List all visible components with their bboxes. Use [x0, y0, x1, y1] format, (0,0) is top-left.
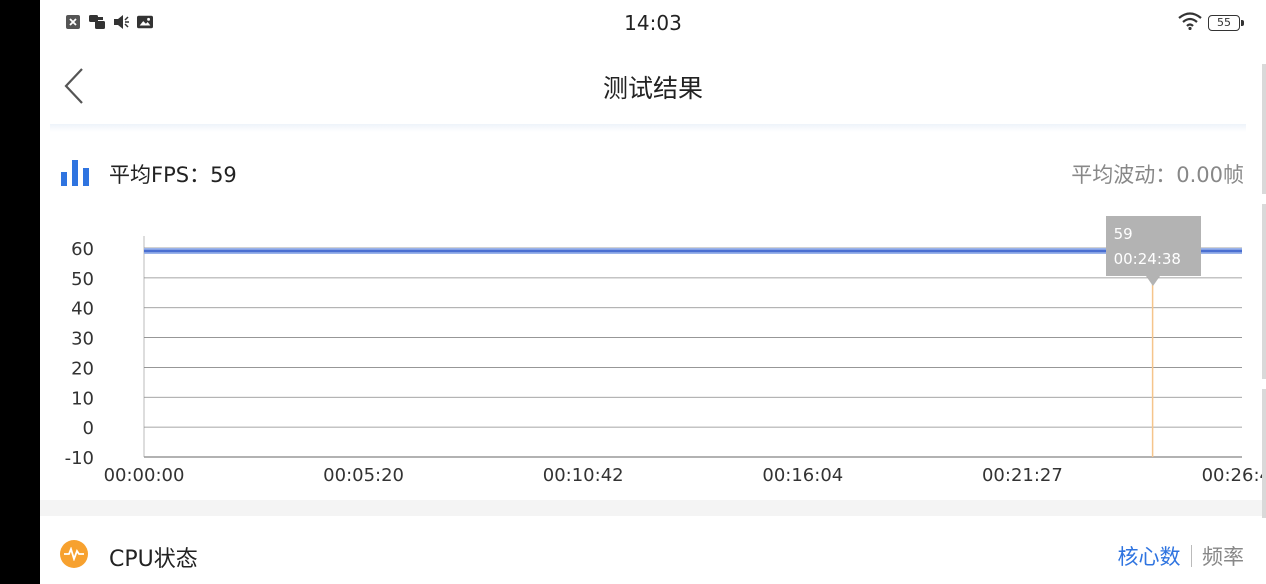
scrollbar-segment: [1262, 64, 1266, 194]
y-tick-label: 30: [71, 329, 94, 350]
cpu-status-label: CPU状态: [109, 547, 198, 572]
tooltip-time: 00:24:38: [1113, 250, 1181, 268]
y-tick-label: -10: [65, 448, 94, 469]
scrollbar[interactable]: [1262, 64, 1266, 518]
x-tick-label: 00:00:00: [104, 465, 185, 486]
bar-chart-icon: [61, 160, 89, 186]
y-tick-label: 50: [71, 269, 94, 290]
scrollbar-segment: [1262, 389, 1266, 518]
x-tick-label: 00:21:27: [982, 465, 1063, 486]
section-divider: [40, 500, 1266, 516]
average-fps-label: 平均FPS：59: [109, 163, 237, 187]
page-title: 测试结果: [602, 74, 703, 103]
average-fluctuation-label: 平均波动：0.00帧: [1071, 163, 1244, 187]
chart-tooltip: 59 00:24:38: [1105, 216, 1201, 286]
status-icons-right: 55: [1178, 12, 1244, 34]
tab-frequency[interactable]: 频率: [1202, 541, 1244, 571]
scrollbar-segment: [1262, 204, 1266, 379]
y-tick-label: 10: [71, 388, 94, 409]
x-tick-label: 00:05:20: [323, 465, 404, 486]
fps-header: 平均FPS：59 平均波动：0.00帧: [40, 150, 1266, 196]
pulse-icon: [60, 540, 88, 568]
x-tick-label: 00:26:49: [1202, 465, 1266, 486]
tab-core-count[interactable]: 核心数: [1118, 541, 1181, 571]
status-time: 14:03: [624, 11, 682, 35]
fps-chart-svg: 60 50 40 30 20 10 0 -10 00:00:00 00:05:20 00:10:42…: [65, 236, 1266, 486]
tooltip-value: 59: [1113, 225, 1133, 243]
cpu-tabs: 核心数 频率: [1118, 541, 1244, 571]
y-tick-label: 60: [71, 239, 94, 260]
wifi-icon: [1178, 12, 1202, 34]
x-tick-label: 00:10:42: [543, 465, 624, 486]
app-screen: 14:03 55 测试结果 平均FPS：59 平均波动：0.00帧 60 50 …: [40, 0, 1266, 584]
x-tick-label: 00:16:04: [762, 465, 843, 486]
y-tick-label: 0: [83, 418, 94, 439]
cpu-header: CPU状态 核心数 频率: [40, 528, 1266, 578]
y-tick-label: 20: [71, 358, 94, 379]
battery-icon: 55: [1208, 15, 1244, 31]
y-tick-label: 40: [71, 299, 94, 320]
tab-separator: [1190, 545, 1192, 567]
title-divider: [50, 124, 1246, 132]
status-bar: 14:03 55: [40, 0, 1266, 46]
fps-chart[interactable]: 60 50 40 30 20 10 0 -10 00:00:00 00:05:20 00:10:42…: [40, 210, 1266, 500]
title-bar: 测试结果: [40, 50, 1266, 126]
